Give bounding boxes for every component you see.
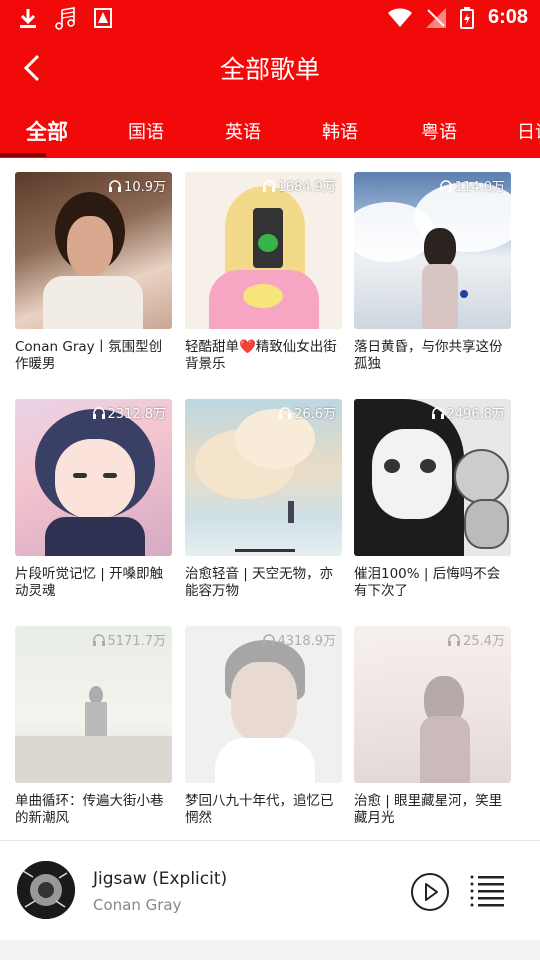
playlist-cover: 1684.9万 — [185, 172, 342, 329]
app-bar: 全部歌单 — [0, 36, 540, 100]
bottom-spacer — [0, 940, 540, 960]
playlist-cover: 5171.7万 — [15, 626, 172, 783]
status-bar: 6:08 — [0, 0, 540, 36]
tab-english[interactable]: 英语 — [225, 118, 261, 144]
playlist-queue-icon[interactable] — [470, 874, 506, 908]
playlist-cover: 10.9万 — [15, 172, 172, 329]
wifi-icon — [387, 8, 412, 27]
playlist-card[interactable]: 2496.8万 催泪100% | 后悔吗不会有下次了 — [354, 399, 511, 600]
tab-japanese[interactable]: 日语 — [517, 118, 540, 144]
headphones-icon — [279, 406, 292, 419]
no-signal-icon — [425, 7, 446, 28]
playlist-cover: 4318.9万 — [185, 626, 342, 783]
playlist-title: 单曲循环：传遍大街小巷的新潮风 — [15, 793, 164, 826]
album-art[interactable] — [17, 861, 75, 919]
play-count: 10.9万 — [108, 176, 166, 195]
play-count: 2312.8万 — [92, 403, 166, 422]
playlist-title: Conan Gray丨氛围型创作暖男 — [15, 339, 163, 372]
headphones-icon — [92, 633, 105, 646]
playlist-title: 落日黄昏，与你共享这份孤独 — [354, 339, 503, 372]
playlist-cover: 2496.8万 — [354, 399, 511, 556]
headphones-icon — [439, 179, 452, 192]
headphones-icon — [431, 406, 444, 419]
playlist-cover: 2312.8万 — [15, 399, 172, 556]
playlist-title: 梦回八九十年代，追忆已惘然 — [185, 793, 334, 826]
headphones-icon — [92, 406, 105, 419]
playlist-title: 治愈 | 眼里藏星河，笑里藏月光 — [354, 793, 503, 826]
language-tabs: 全部 国语 英语 韩语 粤语 日语 — [0, 100, 540, 158]
playlist-card[interactable]: 114.0万 落日黄昏，与你共享这份孤独 — [354, 172, 511, 373]
play-count: 4318.9万 — [262, 630, 336, 649]
playlist-card[interactable]: 4318.9万 梦回八九十年代，追忆已惘然 — [185, 626, 342, 827]
headphones-icon — [109, 179, 122, 192]
download-icon — [20, 9, 36, 28]
playlist-grid: 10.9万 Conan Gray丨氛围型创作暖男 1684.9万 轻酷甜单❤️精… — [0, 158, 540, 840]
page-title: 全部歌单 — [219, 55, 320, 84]
playlist-card[interactable]: 2312.8万 片段听觉记忆 | 开嗓即触动灵魂 — [15, 399, 172, 600]
song-title: Jigsaw (Explicit) — [93, 869, 228, 889]
play-icon[interactable] — [410, 872, 450, 912]
playlist-title: 催泪100% | 后悔吗不会有下次了 — [354, 566, 501, 599]
play-count: 2496.8万 — [431, 403, 505, 422]
battery-icon — [459, 6, 474, 29]
play-count: 114.0万 — [439, 176, 505, 195]
play-count: 25.4万 — [447, 630, 505, 649]
playlist-card[interactable]: 26.6万 治愈轻音 | 天空无物，亦能容万物 — [185, 399, 342, 600]
playlist-title: 轻酷甜单❤️精致仙女出街背景乐 — [185, 339, 337, 372]
tab-all[interactable]: 全部 — [26, 116, 68, 146]
playlist-card[interactable]: 5171.7万 单曲循环：传遍大街小巷的新潮风 — [15, 626, 172, 827]
playlist-card[interactable]: 10.9万 Conan Gray丨氛围型创作暖男 — [15, 172, 172, 373]
headphones-icon — [262, 179, 275, 192]
mini-player[interactable]: Jigsaw (Explicit) Conan Gray — [0, 840, 540, 940]
headphones-icon — [262, 633, 275, 646]
headphones-icon — [448, 633, 461, 646]
clock: 6:08 — [487, 6, 528, 28]
playlist-cover: 25.4万 — [354, 626, 511, 783]
music-icon — [55, 7, 75, 30]
play-count: 1684.9万 — [262, 176, 336, 195]
play-count: 5171.7万 — [92, 630, 166, 649]
playlist-card[interactable]: 1684.9万 轻酷甜单❤️精致仙女出街背景乐 — [185, 172, 342, 373]
playlist-title: 片段听觉记忆 | 开嗓即触动灵魂 — [15, 566, 164, 599]
playlist-cover: 114.0万 — [354, 172, 511, 329]
tab-cantonese[interactable]: 粤语 — [421, 118, 457, 144]
artist-name: Conan Gray — [93, 896, 182, 914]
playlist-cover: 26.6万 — [185, 399, 342, 556]
playlist-title: 治愈轻音 | 天空无物，亦能容万物 — [185, 566, 334, 599]
tab-indicator — [0, 153, 46, 157]
warning-icon — [94, 8, 112, 28]
playlist-card[interactable]: 25.4万 治愈 | 眼里藏星河，笑里藏月光 — [354, 626, 511, 827]
tab-korean[interactable]: 韩语 — [322, 118, 358, 144]
album-art-image — [17, 861, 75, 919]
tab-mandarin[interactable]: 国语 — [128, 118, 164, 144]
play-count: 26.6万 — [278, 403, 336, 422]
